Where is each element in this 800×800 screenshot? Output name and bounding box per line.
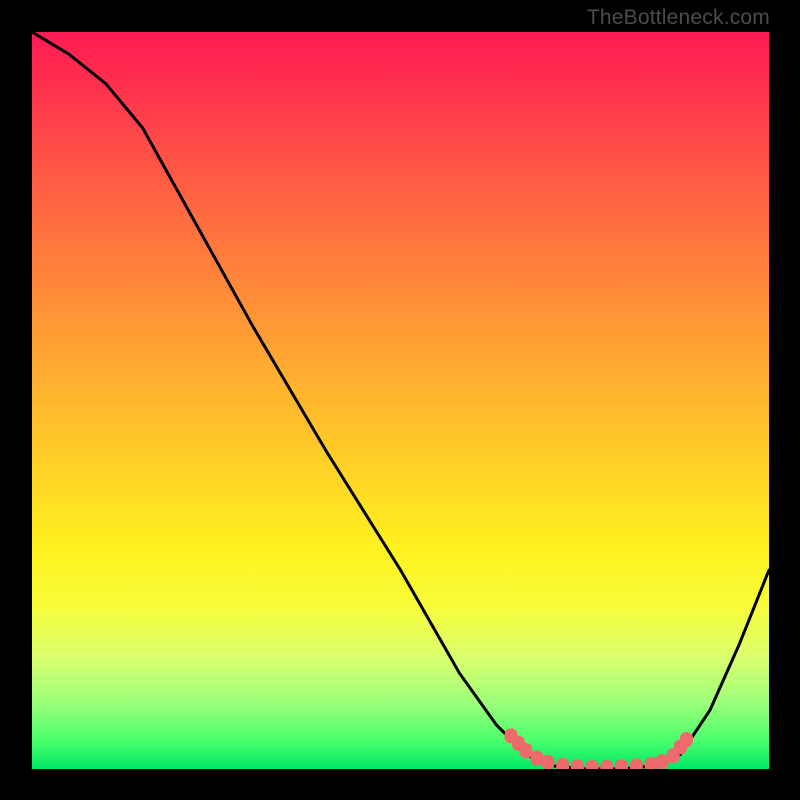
marker-dot (615, 759, 628, 769)
attribution-text: TheBottleneck.com (587, 6, 770, 30)
marker-dot (519, 743, 532, 758)
marker-dot (600, 760, 613, 769)
chart-svg (32, 32, 769, 769)
plot-area (32, 32, 769, 769)
marker-layer (505, 728, 693, 769)
marker-dot (680, 732, 693, 747)
marker-dot (541, 755, 554, 769)
marker-dot (530, 750, 543, 765)
chart-frame: TheBottleneck.com (0, 0, 800, 800)
marker-dot (571, 759, 584, 769)
marker-dot (586, 760, 599, 769)
bottleneck-curve (32, 32, 769, 769)
marker-dot (630, 759, 643, 769)
curve-layer (32, 32, 769, 769)
marker-dot (656, 754, 669, 769)
marker-dot (556, 758, 569, 769)
